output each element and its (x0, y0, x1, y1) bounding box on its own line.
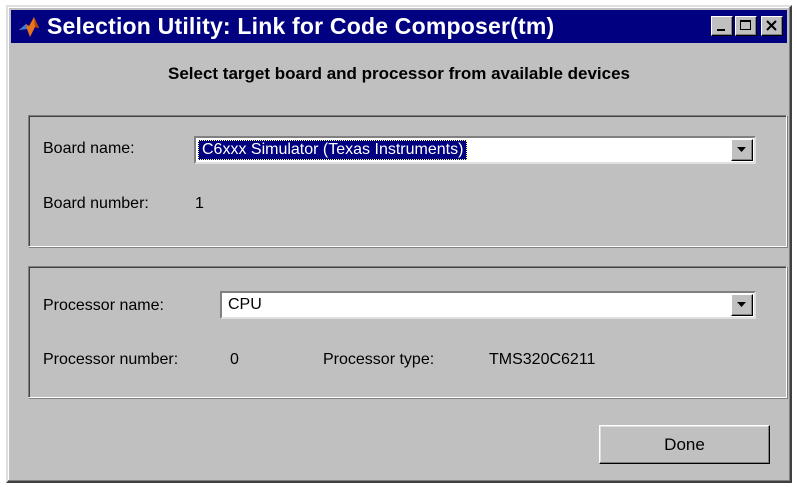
board-number-value: 1 (195, 195, 204, 212)
minimize-icon (717, 29, 725, 31)
done-button[interactable]: Done (599, 425, 770, 464)
maximize-button[interactable] (735, 16, 757, 36)
board-group: Board name: C6xxx Simulator (Texas Instr… (28, 115, 787, 247)
chevron-down-icon (737, 302, 746, 307)
processor-name-value: CPU (228, 296, 262, 313)
minimize-button[interactable] (711, 16, 733, 36)
processor-type-value: TMS320C6211 (489, 351, 596, 368)
chevron-down-icon (737, 147, 746, 152)
processor-group: Processor name: CPU Processor number: 0 … (28, 266, 787, 398)
board-dropdown-arrow[interactable] (731, 139, 753, 161)
board-number-label: Board number: (43, 195, 149, 212)
board-name-label: Board name: (43, 140, 135, 157)
window-title: Selection Utility: Link for Code Compose… (47, 13, 555, 39)
processor-number-label: Processor number: (43, 351, 179, 368)
instruction-heading: Select target board and processor from a… (167, 64, 630, 83)
close-icon (766, 20, 777, 31)
processor-dropdown-arrow[interactable] (731, 294, 753, 316)
close-button[interactable] (761, 16, 783, 36)
processor-name-dropdown[interactable]: CPU (220, 291, 756, 319)
board-name-dropdown[interactable]: C6xxx Simulator (Texas Instruments) (194, 136, 756, 164)
title-bar[interactable]: Selection Utility: Link for Code Compose… (11, 10, 787, 43)
processor-name-label: Processor name: (43, 297, 164, 314)
processor-type-label: Processor type: (323, 351, 435, 368)
processor-number-value: 0 (230, 351, 239, 368)
maximize-icon (740, 20, 751, 30)
board-name-value: C6xxx Simulator (Texas Instruments) (198, 140, 468, 160)
selection-utility-window: Selection Utility: Link for Code Compose… (6, 5, 792, 483)
matlab-logo-icon (19, 17, 39, 37)
